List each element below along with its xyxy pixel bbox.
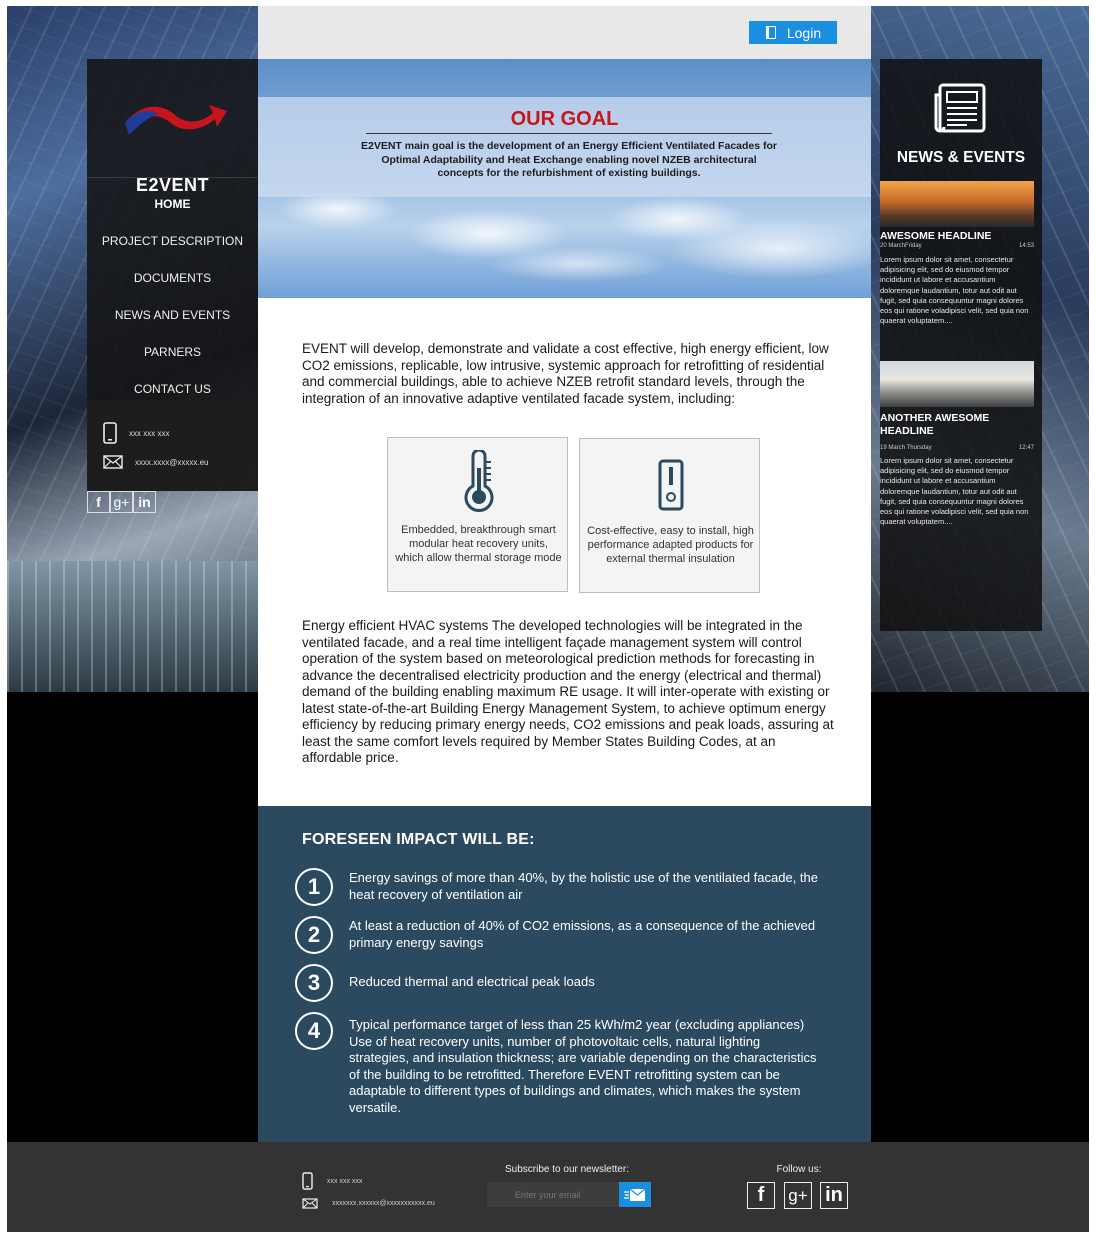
news-body: Lorem ipsum dolor sit amet, consectetur … <box>880 255 1029 326</box>
email-address[interactable]: xxxx.xxxx@xxxxx.eu <box>135 458 208 467</box>
logo-arrow-icon <box>125 105 227 135</box>
footer-email: xxxxxxx.xxxxxx@xxxxxxxxxxx.eu <box>302 1198 435 1209</box>
sidebar-contact: xxx xxx xxx xxxx.xxxx@xxxxx.eu <box>87 400 258 491</box>
hvac-paragraph: Energy efficient HVAC systems The develo… <box>302 618 834 765</box>
sidebar-nav: E2VENT HOME PROJECT DESCRIPTION DOCUMENT… <box>87 59 258 491</box>
impact-text: Typical performance target of less than … <box>349 1017 817 1115</box>
nav-item-documents[interactable]: DOCUMENTS <box>87 260 258 297</box>
news-headline[interactable]: ANOTHER AWESOME HEADLINE <box>880 412 1034 438</box>
news-headline[interactable]: AWESOME HEADLINE <box>880 230 1034 243</box>
impact-title: FORESEEN IMPACT WILL BE: <box>302 831 535 848</box>
news-time: 14:53 <box>1018 243 1034 249</box>
newspaper-icon <box>934 83 986 133</box>
feature-card: Embedded, breakthrough smart modular hea… <box>387 437 568 592</box>
news-image[interactable] <box>880 361 1034 407</box>
phone-icon <box>302 1172 313 1190</box>
goal-title: OUR GOAL <box>510 108 619 130</box>
news-meta: 20 MarchFriday 14:53 <box>880 243 1034 249</box>
newsletter-email-input[interactable] <box>487 1182 619 1207</box>
top-bar: Login <box>258 6 871 59</box>
door-icon <box>765 26 776 39</box>
google-plus-icon[interactable]: g+ <box>784 1182 812 1209</box>
news-body: Lorem ipsum dolor sit amet, consectetur … <box>880 456 1029 527</box>
number-badge: 1 <box>295 868 333 906</box>
phone-icon <box>103 422 117 444</box>
divider <box>366 133 772 134</box>
footer: xxx xxx xxx xxxxxxx.xxxxxx@xxxxxxxxxxx.e… <box>7 1142 1089 1232</box>
news-title: NEWS & EVENTS <box>896 149 1026 166</box>
mail-icon <box>103 455 123 469</box>
nav-item-news-and-events[interactable]: NEWS AND EVENTS <box>87 297 258 334</box>
linkedin-icon[interactable]: in <box>820 1182 848 1209</box>
footer-phone: xxx xxx xxx <box>302 1172 362 1190</box>
panel-switch-icon <box>658 459 683 511</box>
news-panel: NEWS & EVENTS AWESOME HEADLINE 20 MarchF… <box>880 59 1042 631</box>
page-frame: E2VENT HOME PROJECT DESCRIPTION DOCUMENT… <box>7 6 1089 1232</box>
number-badge: 3 <box>295 964 333 1002</box>
number-badge: 4 <box>295 1012 333 1050</box>
impact-text: At least a reduction of 40% of CO2 emiss… <box>349 918 816 950</box>
newsletter-submit-button[interactable] <box>619 1182 651 1207</box>
phone-number: xxx xxx xxx <box>129 428 170 438</box>
nav-item-partners[interactable]: PARNERS <box>87 334 258 371</box>
main-content: Login OUR GOAL E2VENT main goal is the d… <box>258 6 871 1142</box>
glass-canopy-image <box>7 561 258 692</box>
intro-paragraph: EVENT will develop, demonstrate and vali… <box>302 341 829 406</box>
impact-section: FORESEEN IMPACT WILL BE: 1 Energy saving… <box>258 806 871 1142</box>
linkedin-icon[interactable]: in <box>133 491 156 513</box>
impact-text: Energy savings of more than 40%, by the … <box>349 870 819 902</box>
contact-phone: xxx xxx xxx <box>103 422 169 444</box>
news-meta: 19 March Thursday 12:47 <box>880 445 1034 451</box>
feature-text: Embedded, breakthrough smart modular hea… <box>395 524 562 564</box>
phone-number: xxx xxx xxx <box>327 1177 363 1185</box>
nav-menu: HOME PROJECT DESCRIPTION DOCUMENTS NEWS … <box>87 186 258 408</box>
sidebar-social: f g+ in <box>87 491 156 513</box>
news-time: 12:47 <box>1018 445 1034 451</box>
facebook-icon[interactable]: f <box>747 1182 775 1209</box>
newsletter-label: Subscribe to our newsletter: <box>505 1164 629 1175</box>
login-label: Login <box>786 24 822 41</box>
email-address[interactable]: xxxxxxx.xxxxxx@xxxxxxxxxxx.eu <box>332 1200 435 1207</box>
nav-item-home[interactable]: HOME <box>87 186 258 223</box>
follow-label: Follow us: <box>776 1164 822 1175</box>
mail-icon <box>302 1198 318 1209</box>
feature-text: Cost-effective, easy to install, high pe… <box>587 525 754 565</box>
google-plus-icon[interactable]: g+ <box>110 491 133 513</box>
feature-card: Cost-effective, easy to install, high pe… <box>579 438 760 593</box>
news-image[interactable] <box>880 181 1034 227</box>
news-date: 20 MarchFriday <box>880 243 922 249</box>
send-mail-icon <box>624 1188 646 1201</box>
login-button[interactable]: Login <box>749 21 837 44</box>
divider <box>87 177 258 178</box>
goal-text: E2VENT main goal is the development of a… <box>360 140 778 179</box>
number-badge: 2 <box>295 916 333 954</box>
impact-text: Reduced thermal and electrical peak load… <box>349 974 595 989</box>
contact-email: xxxx.xxxx@xxxxx.eu <box>103 455 208 469</box>
nav-item-project-description[interactable]: PROJECT DESCRIPTION <box>87 223 258 260</box>
logo[interactable]: E2VENT <box>87 97 258 195</box>
hero-banner: OUR GOAL E2VENT main goal is the develop… <box>258 59 871 298</box>
news-date: 19 March Thursday <box>880 445 932 451</box>
thermometer-icon <box>464 450 493 512</box>
facebook-icon[interactable]: f <box>87 491 110 513</box>
